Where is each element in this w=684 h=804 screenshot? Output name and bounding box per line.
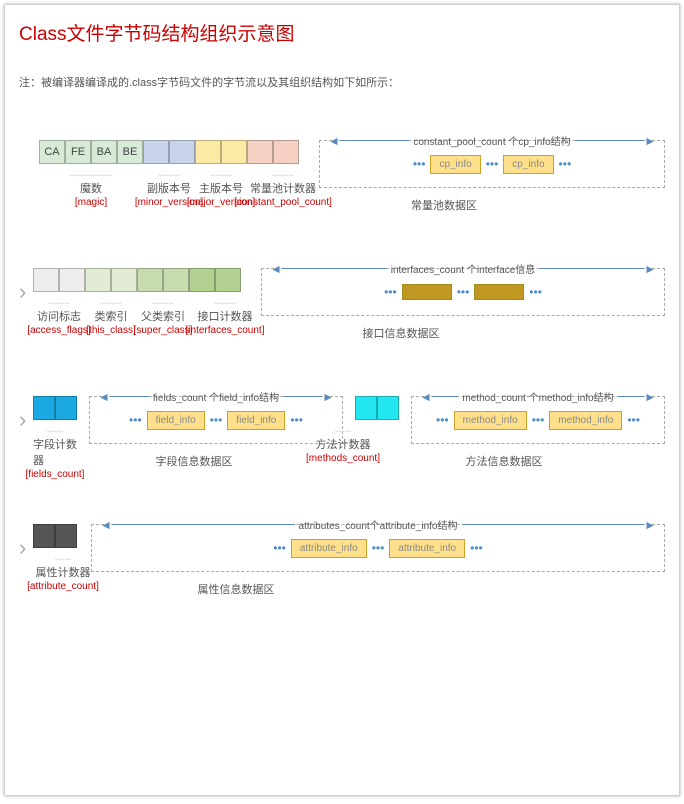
method-info-box: method_info bbox=[549, 411, 622, 430]
label-key: [magic] bbox=[75, 197, 107, 208]
interface-box bbox=[402, 284, 452, 300]
interfaces-area: ◄interfaces_count 个interface信息► ••• ••• … bbox=[261, 268, 665, 316]
area-name: 接口信息数据区 bbox=[261, 325, 541, 341]
dots-icon: ••• bbox=[457, 285, 470, 299]
cpcount-byte bbox=[273, 140, 299, 164]
area-name: 属性信息数据区 bbox=[91, 581, 381, 597]
label-name: 魔数 bbox=[80, 180, 102, 196]
method-info-box: method_info bbox=[454, 411, 527, 430]
label-key: [super_class] bbox=[134, 325, 193, 336]
chevron-icon: › bbox=[19, 524, 33, 572]
attribute-info-box: attribute_info bbox=[291, 539, 367, 558]
label-name: 父类索引 bbox=[141, 308, 185, 324]
dots-icon: ••• bbox=[470, 541, 483, 555]
label-key: [this_class] bbox=[86, 325, 135, 336]
label-key: [fields_count] bbox=[26, 469, 85, 480]
dots-icon: ••• bbox=[559, 157, 572, 171]
chevron-icon: › bbox=[19, 268, 33, 316]
attribute-info-box: attribute_info bbox=[389, 539, 465, 558]
methods-area: ◄method_count 个method_info结构► ••• method… bbox=[411, 396, 665, 444]
dots-icon: ••• bbox=[436, 413, 449, 427]
interface-box bbox=[474, 284, 524, 300]
label-key: [constant_pool_count] bbox=[234, 197, 332, 208]
label-name: 类索引 bbox=[95, 308, 128, 324]
row-1: CA FE BA BE ◄constant_pool_count 个cp_inf… bbox=[39, 140, 665, 188]
minor-byte bbox=[169, 140, 195, 164]
cp-info-box: cp_info bbox=[430, 155, 480, 174]
area-title: interfaces_count 个interface信息 bbox=[387, 261, 540, 276]
dots-icon: ••• bbox=[273, 541, 286, 555]
diagram-frame: Class文件字节码结构组织示意图 注：被编译器编译成的.class字节码文件的… bbox=[4, 4, 680, 796]
magic-byte: BE bbox=[117, 140, 143, 164]
area-name: 字段信息数据区 bbox=[89, 453, 299, 469]
area-title: fields_count 个field_info结构 bbox=[149, 389, 283, 404]
major-byte bbox=[221, 140, 247, 164]
label-key: [attribute_count] bbox=[27, 581, 99, 592]
dots-icon: ••• bbox=[627, 413, 640, 427]
label-name: 常量池计数器 bbox=[250, 180, 316, 196]
cp-info-box: cp_info bbox=[503, 155, 553, 174]
dots-icon: ••• bbox=[532, 413, 545, 427]
note-text: 注：被编译器编译成的.class字节码文件的字节流以及其组织结构如下如所示： bbox=[19, 74, 665, 90]
field-info-box: field_info bbox=[147, 411, 205, 430]
row-3: › ◄fields_count 个field_info结构► ••• field… bbox=[19, 396, 665, 444]
dots-icon: ••• bbox=[290, 413, 303, 427]
dots-icon: ••• bbox=[529, 285, 542, 299]
label-name: 方法计数器 bbox=[316, 436, 371, 452]
cpcount-byte bbox=[247, 140, 273, 164]
label-key: [methods_count] bbox=[306, 453, 380, 464]
dots-icon: ••• bbox=[210, 413, 223, 427]
label-name: 副版本号 bbox=[147, 180, 191, 196]
chevron-icon: › bbox=[19, 396, 33, 444]
area-name: 常量池数据区 bbox=[319, 197, 569, 213]
dots-icon: ••• bbox=[372, 541, 385, 555]
label-key: [interfaces_count] bbox=[186, 325, 265, 336]
attributes-area: ◄attributes_count个attribute_info结构► ••• … bbox=[91, 524, 665, 572]
constant-pool-area: ◄constant_pool_count 个cp_info结构► ••• cp_… bbox=[319, 140, 665, 188]
fields-area: ◄fields_count 个field_info结构► ••• field_i… bbox=[89, 396, 343, 444]
label-name: 属性计数器 bbox=[36, 564, 91, 580]
area-title: method_count 个method_info结构 bbox=[458, 389, 617, 404]
row-4: › ◄attributes_count个attribute_info结构► ••… bbox=[19, 524, 665, 572]
dots-icon: ••• bbox=[129, 413, 142, 427]
row-2: › ◄interfaces_count 个interface信息► ••• ••… bbox=[19, 268, 665, 316]
page-title: Class文件字节码结构组织示意图 bbox=[19, 19, 665, 46]
dots-icon: ••• bbox=[384, 285, 397, 299]
label-name: 字段计数器 bbox=[33, 436, 77, 468]
dots-icon: ••• bbox=[486, 157, 499, 171]
minor-byte bbox=[143, 140, 169, 164]
field-info-box: field_info bbox=[227, 411, 285, 430]
area-title: constant_pool_count 个cp_info结构 bbox=[409, 133, 574, 148]
area-title: attributes_count个attribute_info结构 bbox=[295, 517, 462, 532]
magic-byte: BA bbox=[91, 140, 117, 164]
dots-icon: ••• bbox=[413, 157, 426, 171]
label-name: 访问标志 bbox=[37, 308, 81, 324]
label-name: 主版本号 bbox=[199, 180, 243, 196]
magic-byte: FE bbox=[65, 140, 91, 164]
magic-byte: CA bbox=[39, 140, 65, 164]
label-name: 接口计数器 bbox=[198, 308, 253, 324]
label-key: [access_flags] bbox=[27, 325, 90, 336]
area-name: 方法信息数据区 bbox=[379, 453, 629, 469]
major-byte bbox=[195, 140, 221, 164]
